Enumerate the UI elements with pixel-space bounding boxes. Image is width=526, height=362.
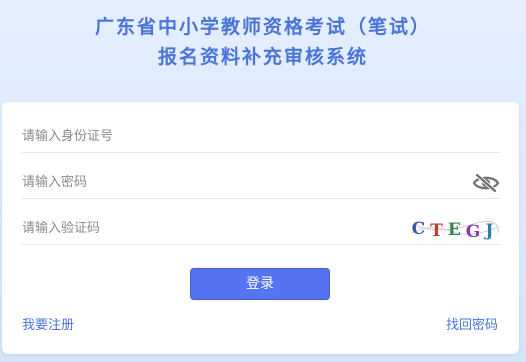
- captcha-input[interactable]: [22, 216, 442, 240]
- captcha-image[interactable]: CTEGJ: [410, 217, 500, 241]
- page-title-line-1: 广东省中小学教师资格考试（笔试）: [94, 16, 431, 38]
- register-link[interactable]: 我要注册: [22, 314, 74, 333]
- eye-slash-icon[interactable]: [472, 173, 500, 193]
- password-field: [22, 164, 500, 199]
- login-button[interactable]: 登录: [190, 268, 330, 300]
- captcha-field: CTEGJ: [22, 210, 500, 245]
- login-card: CTEGJ 登录 我要注册 找回密码: [2, 102, 519, 354]
- password-input[interactable]: [22, 170, 442, 194]
- page-title: 广东省中小学教师资格考试（笔试） 报名资料补充审核系统: [0, 12, 526, 72]
- page-title-line-2: 报名资料补充审核系统: [157, 46, 368, 68]
- id-number-input[interactable]: [22, 124, 442, 148]
- captcha-text: CTEGJ: [412, 219, 499, 241]
- forgot-password-link[interactable]: 找回密码: [446, 314, 498, 333]
- id-number-field: [22, 118, 500, 153]
